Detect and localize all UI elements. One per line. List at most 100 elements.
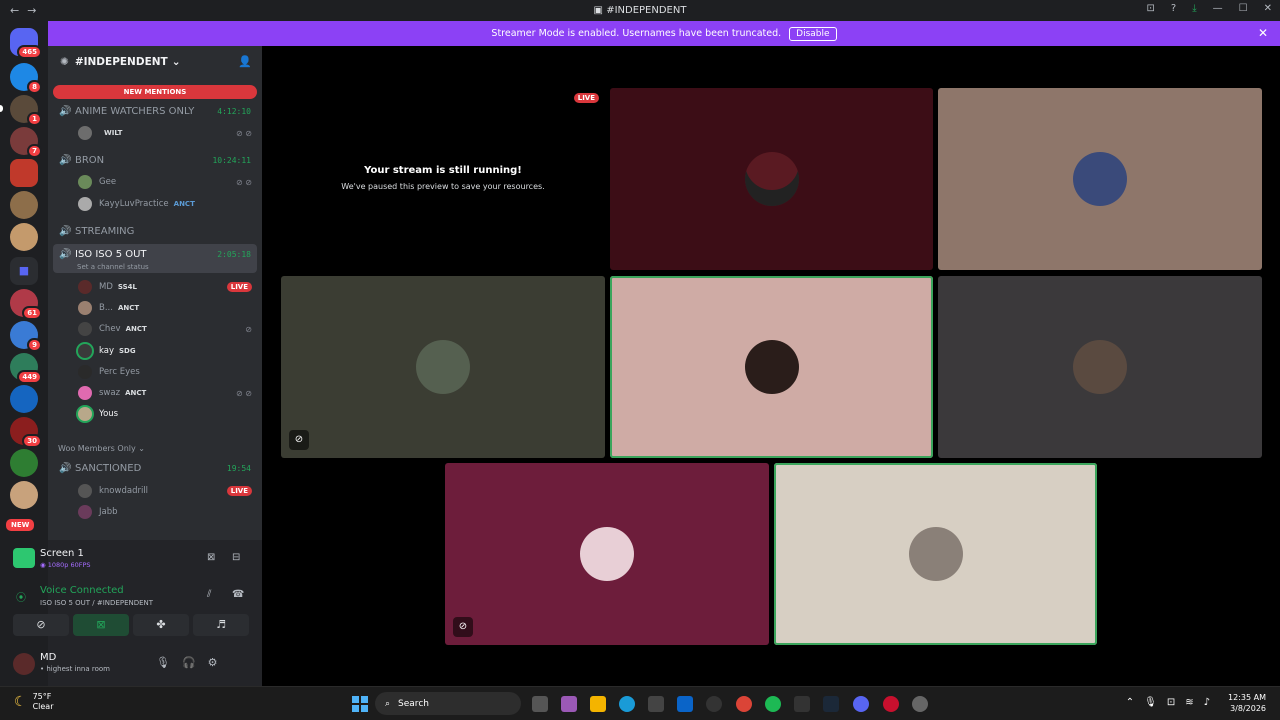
member-row[interactable]: B... ANCT <box>78 299 256 317</box>
opera-icon[interactable] <box>883 696 899 712</box>
disconnect-icon[interactable]: ☎ <box>232 589 244 600</box>
close-icon[interactable]: ✕ <box>1264 3 1272 14</box>
xbox-icon[interactable] <box>794 696 810 712</box>
folder-icon[interactable]: ■ <box>10 257 38 285</box>
new-mentions-pill[interactable]: NEW MENTIONS <box>53 85 257 99</box>
taskbar-search[interactable]: ⌕ Search <box>375 692 521 715</box>
file-explorer-icon[interactable] <box>590 696 606 712</box>
forward-arrow-icon[interactable]: → <box>27 4 36 17</box>
camera-off-icon: ⊘ <box>36 618 46 631</box>
nitro-icon: ◉ <box>40 561 48 569</box>
minimize-icon[interactable]: — <box>1213 3 1223 14</box>
microphone-icon[interactable]: 🎙 <box>156 656 170 669</box>
github-icon[interactable] <box>706 696 722 712</box>
video-tile-5[interactable] <box>938 276 1262 458</box>
soundboard-button[interactable]: ♬ <box>193 614 249 636</box>
user-status[interactable]: • highest inna room <box>40 665 110 673</box>
stream-quality[interactable]: ◉ 1080p 60FPS <box>40 561 91 569</box>
own-stream-preview[interactable]: LIVE Your stream is still running! We've… <box>281 88 605 270</box>
member-row[interactable]: kay SDG <box>78 342 256 360</box>
member-row[interactable]: KayyLuvPractice ANCT <box>78 195 256 213</box>
server-icon-3[interactable]: 7 <box>10 127 42 158</box>
member-row[interactable]: Perc Eyes <box>78 363 256 381</box>
noise-suppression-icon[interactable]: ⫽ <box>207 589 211 600</box>
avatar[interactable] <box>13 653 35 675</box>
member-row[interactable]: swaz ANCT ⊘ ⊘ <box>78 384 256 402</box>
member-row[interactable]: knowdadrill LIVE <box>78 482 256 500</box>
video-tile-6[interactable]: ⊘ <box>445 463 769 645</box>
volume-icon[interactable]: ♪ <box>1204 697 1210 708</box>
spotify-icon[interactable] <box>765 696 781 712</box>
download-icon[interactable]: ⤓ <box>1192 3 1196 14</box>
activities-button[interactable]: ✤ <box>133 614 189 636</box>
camera-off-button[interactable]: ⊘ <box>13 614 69 636</box>
discord-icon[interactable] <box>853 696 869 712</box>
new-servers-badge[interactable]: NEW <box>4 517 38 545</box>
category-woo-members[interactable]: Woo Members Only ⌄ <box>58 444 145 453</box>
settings-icon[interactable] <box>912 696 928 712</box>
avatar <box>78 322 92 336</box>
video-tile-4-speaking[interactable] <box>610 276 933 458</box>
stream-settings-icon[interactable]: ⊟ <box>232 552 240 563</box>
steam-icon[interactable] <box>823 696 839 712</box>
member-row[interactable]: WILT ⊘ ⊘ <box>78 124 256 142</box>
help-icon[interactable]: ? <box>1171 3 1176 14</box>
gear-icon[interactable]: ⚙ <box>208 656 218 669</box>
voice-channel-path[interactable]: ISO ISO 5 OUT / #INDEPENDENT <box>40 599 153 607</box>
screen-share-icon[interactable]: ⊡ <box>1147 3 1155 14</box>
server-icon-2[interactable]: 1 <box>0 95 42 126</box>
system-tray: ⌃ 🎙 ⊡ ≋ ♪ <box>1126 697 1210 708</box>
chevron-up-icon[interactable]: ⌃ <box>1126 697 1134 708</box>
server-icon-9[interactable]: 449 <box>10 353 42 384</box>
channel-bron[interactable]: 🔊 BRON 10:24:11 <box>53 149 257 171</box>
server-header[interactable]: ✺ #INDEPENDENT ⌄ 👤 <box>48 46 262 78</box>
channel-streaming[interactable]: 🔊 STREAMING <box>53 220 257 242</box>
server-icon-1[interactable]: 8 <box>10 63 42 94</box>
outlook-icon[interactable] <box>677 696 693 712</box>
headphones-icon[interactable]: 🎧 <box>182 656 196 669</box>
server-icon-6[interactable] <box>10 223 38 251</box>
server-icon-7[interactable]: 61 <box>10 289 42 320</box>
chrome-icon[interactable] <box>736 696 752 712</box>
signal-icon[interactable]: ⦿ <box>16 589 26 604</box>
member-row[interactable]: Gee ⊘ ⊘ <box>78 173 256 191</box>
member-row[interactable]: Jabb <box>78 503 256 521</box>
windows-start-icon[interactable] <box>352 696 368 712</box>
member-row[interactable]: Yous <box>78 405 256 423</box>
server-icon-12[interactable] <box>10 449 38 477</box>
edge-icon[interactable] <box>619 696 635 712</box>
video-tile-2[interactable] <box>938 88 1262 270</box>
video-tile-7-speaking[interactable] <box>774 463 1097 645</box>
store-icon[interactable] <box>648 696 664 712</box>
server-icon-11[interactable]: 30 <box>10 417 42 448</box>
server-icon-13[interactable] <box>10 481 38 509</box>
video-tile-1[interactable] <box>610 88 933 270</box>
server-icon-8[interactable]: 9 <box>10 321 42 352</box>
server-icon-5[interactable] <box>10 191 38 219</box>
channel-status[interactable]: Set a channel status <box>77 263 149 271</box>
microphone-icon[interactable]: 🎙 <box>1144 697 1157 708</box>
add-user-icon[interactable]: 👤 <box>238 55 252 68</box>
disable-button[interactable]: Disable <box>789 26 837 41</box>
server-icon-10[interactable] <box>10 385 38 413</box>
wifi-icon[interactable]: ≋ <box>1185 697 1193 708</box>
display-icon[interactable]: ⊡ <box>1167 697 1175 708</box>
copilot-icon[interactable] <box>561 696 577 712</box>
member-row[interactable]: Chev ANCT ⊘ <box>78 320 256 338</box>
maximize-icon[interactable]: ☐ <box>1239 3 1248 14</box>
close-banner-icon[interactable]: ✕ <box>1258 26 1268 40</box>
video-tile-3[interactable]: ⊘ <box>281 276 605 458</box>
clock[interactable]: 12:35 AM 3/8/2026 <box>1228 692 1266 714</box>
back-arrow-icon[interactable]: ← <box>10 4 19 17</box>
home-button[interactable]: 465 <box>10 28 42 59</box>
server-icon-4[interactable] <box>10 159 38 187</box>
channel-sanctioned[interactable]: 🔊 SANCTIONED 19:54 <box>53 457 257 479</box>
stop-stream-icon[interactable]: ⊠ <box>207 552 215 563</box>
username[interactable]: MD <box>40 652 56 663</box>
channel-anime-watchers[interactable]: 🔊 ANIME WATCHERS ONLY 4:12:10 <box>53 100 257 122</box>
member-row-md[interactable]: MD SS4L LIVE <box>78 278 256 296</box>
weather-widget[interactable]: ☾ 75°F Clear <box>14 692 53 712</box>
share-screen-button[interactable]: ⊠ <box>73 614 129 636</box>
muted-icon: ⊘ ⊘ <box>236 177 252 187</box>
task-view-icon[interactable] <box>532 696 548 712</box>
